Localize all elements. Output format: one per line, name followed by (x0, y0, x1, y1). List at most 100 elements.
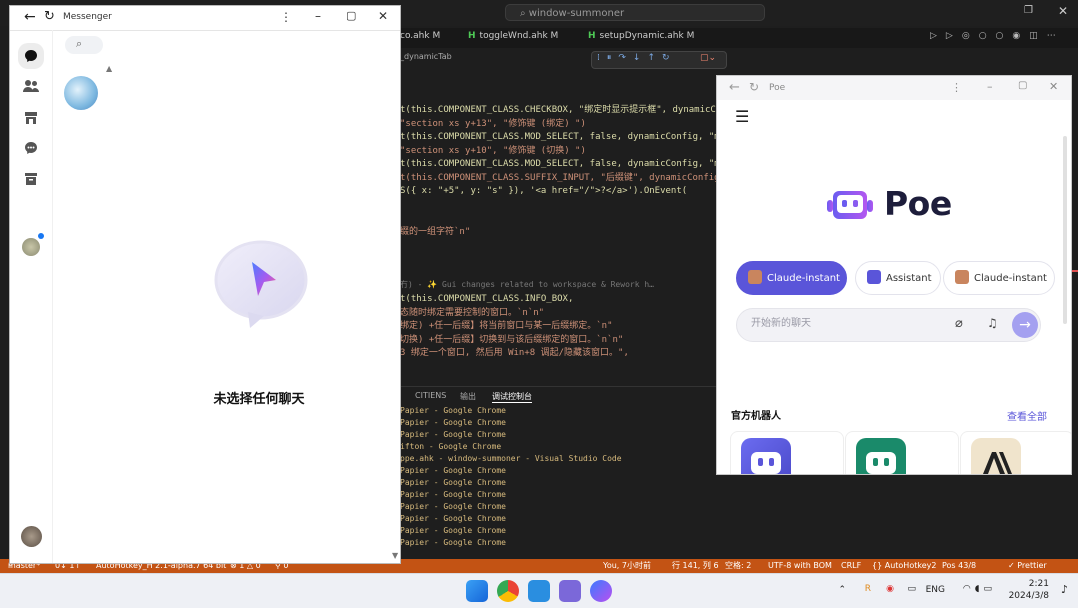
keyboard-icon[interactable]: ▭ (907, 584, 916, 594)
chrome-icon[interactable] (497, 580, 519, 602)
reload-icon[interactable]: ↻ (749, 80, 759, 94)
console-line: Papier - Google Chrome (400, 478, 506, 487)
message-requests-icon[interactable] (21, 138, 41, 158)
encoding-status[interactable]: UTF-8 with BOM (768, 559, 832, 573)
breadcrumb[interactable]: _dynamicTab (400, 52, 452, 61)
reload-icon[interactable]: ↻ (44, 9, 55, 24)
code-line[interactable]: 缀的一组字符`n" (400, 226, 720, 240)
close-icon[interactable]: ✕ (378, 9, 388, 23)
notification-bell-icon[interactable]: ♪ (1061, 583, 1068, 596)
messenger-titlebar: ← ↻ Messenger ⋮ – ▢ ✕ (10, 6, 400, 31)
bot-chip-assistant[interactable]: Assistant (855, 261, 941, 295)
maximize-icon[interactable]: ▢ (1018, 80, 1027, 91)
windows-start-icon[interactable] (466, 580, 488, 602)
chrome-tray-icon[interactable]: ◉ (886, 584, 894, 594)
console-line: Papier - Google Chrome (400, 538, 506, 547)
code-editor[interactable]: t(this.COMPONENT_CLASS.CHECKBOX, "绑定时显示提… (400, 104, 725, 361)
unread-dot (38, 233, 44, 239)
close-icon[interactable]: ✕ (1049, 80, 1058, 93)
git-blame-status[interactable]: You, 7小时前 (603, 559, 651, 573)
marketplace-icon[interactable] (21, 108, 41, 128)
stop-icon[interactable]: ▢⌄ (700, 53, 716, 63)
minimap-marker (1072, 270, 1078, 272)
tab-output[interactable]: 输出 (460, 391, 476, 402)
profile-avatar[interactable] (21, 526, 42, 547)
code-line[interactable]: 绑定) +任一后缀】将当前窗口与某一后缀绑定。`n" (400, 320, 720, 334)
code-line[interactable]: t(this.COMPONENT_CLASS.SUFFIX_INPUT, "后缀… (400, 172, 720, 186)
scrollbar[interactable] (1063, 136, 1067, 324)
clock[interactable]: 2:21 2024/3/8 (1009, 578, 1049, 602)
microphone-icon[interactable]: ♫ (987, 316, 998, 330)
tray-app-icon[interactable]: R (865, 584, 871, 594)
code-line[interactable]: t(this.COMPONENT_CLASS.MOD_SELECT, false… (400, 131, 725, 145)
cursor-position[interactable]: 行 141, 列 6 (672, 559, 719, 573)
scroll-up-arrow[interactable]: ▲ (106, 64, 112, 73)
chat-avatar[interactable] (64, 76, 98, 110)
code-line[interactable]: S({ x: "+5", y: "s" }), '<a href="/">?</… (400, 185, 720, 199)
code-line[interactable]: 切换) +任一后缀】切换到与该后缀绑定的窗口。`n`n" (400, 334, 720, 348)
window-title: Poe (769, 83, 786, 93)
code-line[interactable]: "section xs y+13", "修饰键 (绑定) ") (400, 118, 720, 132)
taskbar: ⌃ R ◉ ▭ ENG ◠◖▭ 2:21 2024/3/8 ♪ (0, 573, 1078, 608)
tab-setupdynamic[interactable]: HsetupDynamic.ahk M (588, 31, 694, 41)
minimize-icon[interactable]: – (987, 80, 993, 93)
eol-status[interactable]: CRLF (841, 559, 861, 573)
code-line[interactable] (400, 253, 720, 267)
hamburger-menu-icon[interactable]: ☰ (735, 107, 749, 126)
close-icon[interactable]: ✕ (1058, 4, 1068, 18)
code-line[interactable]: 态随时绑定需要控制的窗口。`n`n" (400, 307, 720, 321)
code-line[interactable]: t(this.COMPONENT_CLASS.CHECKBOX, "绑定时显示提… (400, 104, 720, 118)
community-avatar[interactable] (22, 238, 40, 256)
tab-togglewnd[interactable]: HtoggleWnd.ahk M (468, 31, 558, 41)
debug-controls-icons[interactable]: ⁞⏸↷↓↑↻ (597, 53, 677, 63)
code-line[interactable]: "section xs y+10", "修饰键 (切换) ") (400, 145, 720, 159)
poe-app-icon[interactable] (559, 580, 581, 602)
people-icon[interactable] (21, 76, 41, 96)
archive-icon[interactable] (21, 169, 41, 189)
back-arrow-icon[interactable]: ← (729, 80, 740, 95)
network-volume-battery-icons[interactable]: ◠◖▭ (963, 584, 996, 594)
chevron-up-icon[interactable]: ⌃ (838, 585, 846, 595)
console-line: Papier - Google Chrome (400, 430, 506, 439)
language-indicator[interactable]: ENG (926, 585, 945, 595)
tab-ports[interactable]: CITIENS (415, 391, 446, 400)
code-line[interactable] (400, 212, 720, 226)
language-status[interactable]: {} AutoHotkey2 (872, 559, 936, 573)
see-all-link[interactable]: 查看全部 (1007, 408, 1047, 423)
tab-co-ahk[interactable]: co.ahk M (400, 31, 440, 41)
code-line[interactable] (400, 199, 720, 213)
code-line[interactable]: t(this.COMPONENT_CLASS.MOD_SELECT, false… (400, 158, 725, 172)
messenger-icon[interactable] (590, 580, 612, 602)
indent-status[interactable]: 空格: 2 (725, 559, 751, 573)
bot-chip-claude-instant-2[interactable]: Claude-instant (943, 261, 1055, 295)
editor-actions[interactable]: ▷▷◎○○◉◫⋯ (930, 31, 1065, 41)
more-options-icon[interactable]: ⋮ (951, 81, 962, 94)
code-line[interactable] (400, 266, 720, 280)
maximize-icon[interactable]: ▢ (346, 9, 356, 22)
code-line[interactable] (400, 239, 720, 253)
git-blame-annotation: 冇) - ✨ Gui changes related to workspace … (400, 280, 654, 289)
prettier-status[interactable]: ✓ Prettier (1008, 559, 1047, 573)
command-center-search[interactable]: ⌕ window-summoner (505, 4, 765, 21)
bot-card-assistant[interactable] (730, 431, 844, 474)
code-line[interactable]: t(this.COMPONENT_CLASS.INFO_BOX, (400, 293, 720, 307)
vscode-icon[interactable] (528, 580, 550, 602)
bot-card-chatgpt[interactable] (845, 431, 959, 474)
tab-label: co.ahk M (400, 31, 441, 41)
chat-input[interactable] (749, 317, 943, 330)
tab-debug-console[interactable]: 调试控制台 (492, 391, 532, 403)
attachment-icon[interactable]: ⌀ (955, 316, 963, 331)
send-button[interactable]: → (1012, 312, 1038, 338)
back-arrow-icon[interactable]: ← (24, 9, 36, 25)
restore-icon[interactable]: ❐ (1024, 5, 1033, 16)
search-field[interactable]: ⌕ (65, 36, 103, 54)
minimize-icon[interactable]: – (315, 9, 321, 23)
code-line[interactable]: 3 绑定一个窗口, 然后用 Win+8 调起/隐藏该窗口。", (400, 347, 720, 361)
bot-card-claude[interactable] (960, 431, 1071, 474)
debug-toolbar[interactable]: ⁞⏸↷↓↑↻ ▢⌄ (591, 51, 727, 69)
bot-chip-claude-instant[interactable]: Claude-instant (736, 261, 847, 295)
no-chat-selected-text: 未选择任何聊天 (213, 392, 305, 407)
chats-icon[interactable] (18, 43, 44, 69)
pos-status[interactable]: Pos 43/8 (942, 559, 976, 573)
more-options-icon[interactable]: ⋮ (280, 10, 292, 24)
